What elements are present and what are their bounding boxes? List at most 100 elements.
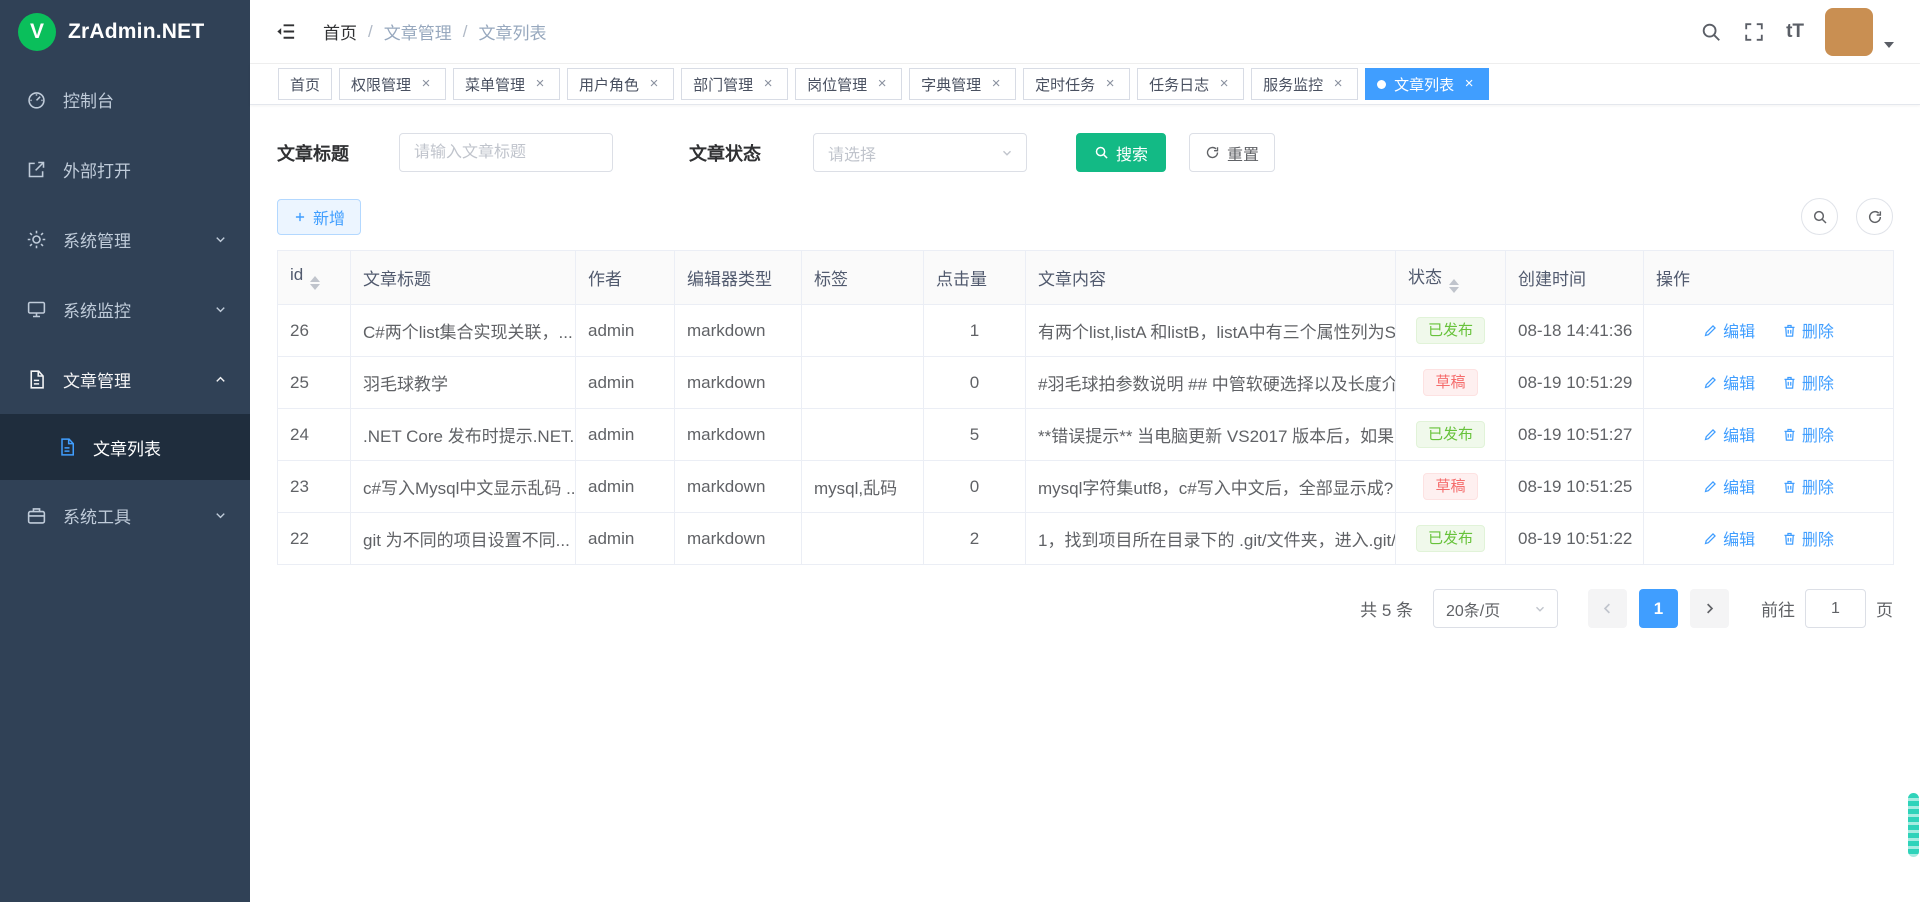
- chevron-down-icon: [1533, 602, 1547, 616]
- sidebar-item-label: 系统工具: [63, 503, 131, 528]
- table-row: 24 .NET Core 发布时提示.NET... admin markdown…: [278, 409, 1894, 461]
- toolbox-icon: [26, 505, 47, 526]
- pagination: 共 5 条 20条/页 1 前往 页: [277, 589, 1893, 628]
- tab-user-role[interactable]: 用户角色 ×: [567, 68, 674, 100]
- tab-home[interactable]: 首页: [278, 68, 332, 100]
- column-header-editor-type: 编辑器类型: [675, 251, 802, 305]
- delete-button[interactable]: 删除: [1782, 318, 1834, 342]
- article-status-label: 文章状态: [689, 140, 761, 166]
- chevron-down-icon: [213, 302, 228, 317]
- search-button[interactable]: 搜索: [1076, 133, 1166, 172]
- tab-server-monitor[interactable]: 服务监控 ×: [1251, 68, 1358, 100]
- tab-close-icon[interactable]: ×: [1461, 76, 1477, 92]
- tab-menu-management[interactable]: 菜单管理 ×: [453, 68, 560, 100]
- top-bar: 首页 / 文章管理 / 文章列表 tT: [250, 0, 1920, 64]
- article-status-select[interactable]: 请选择: [813, 133, 1027, 172]
- page-content: 文章标题 文章状态 请选择 搜索 重置: [250, 105, 1920, 902]
- page-size-select[interactable]: 20条/页: [1433, 589, 1558, 628]
- edit-button[interactable]: 编辑: [1703, 474, 1755, 498]
- user-menu-caret-icon[interactable]: [1884, 42, 1894, 48]
- document-icon: [26, 369, 47, 390]
- tab-close-icon[interactable]: ×: [874, 76, 890, 92]
- delete-button[interactable]: 删除: [1782, 474, 1834, 498]
- edit-icon: [1703, 323, 1718, 338]
- fullscreen-icon[interactable]: [1743, 21, 1765, 43]
- add-button[interactable]: 新增: [277, 199, 361, 235]
- search-icon: [1812, 209, 1828, 225]
- sidebar: V ZrAdmin.NET 控制台 外部打开 系统管理 系统监控: [0, 0, 250, 902]
- column-header-content: 文章内容: [1026, 251, 1396, 305]
- article-list-icon: [57, 437, 77, 457]
- tab-post[interactable]: 岗位管理 ×: [795, 68, 902, 100]
- sidebar-item-label: 文章列表: [93, 435, 161, 460]
- tab-dictionary[interactable]: 字典管理 ×: [909, 68, 1016, 100]
- sidebar-item-article-management[interactable]: 文章管理: [0, 344, 250, 414]
- breadcrumb-home[interactable]: 首页: [323, 19, 357, 44]
- tab-close-icon[interactable]: ×: [760, 76, 776, 92]
- tab-task-log[interactable]: 任务日志 ×: [1137, 68, 1244, 100]
- pagination-total: 共 5 条: [1360, 596, 1413, 621]
- refresh-table-button[interactable]: [1856, 198, 1893, 235]
- column-header-id[interactable]: id: [278, 251, 351, 305]
- toggle-search-button[interactable]: [1801, 198, 1838, 235]
- article-title-input[interactable]: [399, 133, 613, 172]
- tab-close-icon[interactable]: ×: [1216, 76, 1232, 92]
- delete-button[interactable]: 删除: [1782, 422, 1834, 446]
- tab-scheduled-task[interactable]: 定时任务 ×: [1023, 68, 1130, 100]
- tab-close-icon[interactable]: ×: [1330, 76, 1346, 92]
- app-root: V ZrAdmin.NET 控制台 外部打开 系统管理 系统监控: [0, 0, 1920, 902]
- app-logo: V ZrAdmin.NET: [0, 0, 250, 64]
- sidebar-item-system-tools[interactable]: 系统工具: [0, 480, 250, 550]
- sidebar-item-system-monitor[interactable]: 系统监控: [0, 274, 250, 344]
- tab-close-icon[interactable]: ×: [1102, 76, 1118, 92]
- column-header-author: 作者: [576, 251, 675, 305]
- topbar-right: tT: [1700, 8, 1894, 56]
- sort-icon[interactable]: [310, 276, 320, 290]
- tab-close-icon[interactable]: ×: [988, 76, 1004, 92]
- column-header-actions: 操作: [1644, 251, 1894, 305]
- user-avatar[interactable]: [1825, 8, 1873, 56]
- tab-close-icon[interactable]: ×: [418, 76, 434, 92]
- edit-button[interactable]: 编辑: [1703, 422, 1755, 446]
- logo-icon: V: [18, 13, 56, 51]
- tab-article-list[interactable]: 文章列表 ×: [1365, 68, 1489, 100]
- column-header-status[interactable]: 状态: [1396, 251, 1506, 305]
- next-page-button[interactable]: [1690, 589, 1729, 628]
- search-icon[interactable]: [1700, 21, 1722, 43]
- edit-button[interactable]: 编辑: [1703, 526, 1755, 550]
- sidebar-item-system-management[interactable]: 系统管理: [0, 204, 250, 274]
- breadcrumb-article-management[interactable]: 文章管理: [384, 19, 452, 44]
- prev-page-button[interactable]: [1588, 589, 1627, 628]
- table-header-row: id 文章标题 作者 编辑器类型 标签 点击量 文章内容 状态 创建时间 操作: [278, 251, 1894, 305]
- tab-permission[interactable]: 权限管理 ×: [339, 68, 446, 100]
- tab-department[interactable]: 部门管理 ×: [681, 68, 788, 100]
- active-tab-dot-icon: [1377, 80, 1386, 89]
- trash-icon: [1782, 427, 1797, 442]
- edit-button[interactable]: 编辑: [1703, 370, 1755, 394]
- column-header-tags: 标签: [802, 251, 924, 305]
- sidebar-collapse-icon[interactable]: [274, 20, 297, 43]
- sort-icon[interactable]: [1449, 279, 1459, 293]
- table-right-tools: [1801, 198, 1893, 235]
- page-number-button[interactable]: 1: [1639, 589, 1678, 628]
- delete-button[interactable]: 删除: [1782, 526, 1834, 550]
- main-area: 首页 / 文章管理 / 文章列表 tT: [250, 0, 1920, 902]
- page-unit-label: 页: [1876, 596, 1893, 621]
- font-size-icon[interactable]: tT: [1786, 21, 1804, 43]
- edit-button[interactable]: 编辑: [1703, 318, 1755, 342]
- sidebar-item-external-open[interactable]: 外部打开: [0, 134, 250, 204]
- sidebar-item-dashboard[interactable]: 控制台: [0, 64, 250, 134]
- trash-icon: [1782, 479, 1797, 494]
- goto-label: 前往: [1761, 596, 1795, 621]
- table-row: 25 羽毛球教学 admin markdown 0 #羽毛球拍参数说明 ## 中…: [278, 357, 1894, 409]
- tab-close-icon[interactable]: ×: [532, 76, 548, 92]
- scrollbar-thumb[interactable]: [1908, 793, 1919, 857]
- delete-button[interactable]: 删除: [1782, 370, 1834, 394]
- status-badge: 已发布: [1416, 421, 1485, 448]
- sidebar-item-label: 文章管理: [63, 367, 131, 392]
- chevron-down-icon: [213, 232, 228, 247]
- sidebar-item-article-list[interactable]: 文章列表: [0, 414, 250, 480]
- goto-page-input[interactable]: [1805, 589, 1866, 628]
- reset-button[interactable]: 重置: [1189, 133, 1275, 172]
- tab-close-icon[interactable]: ×: [646, 76, 662, 92]
